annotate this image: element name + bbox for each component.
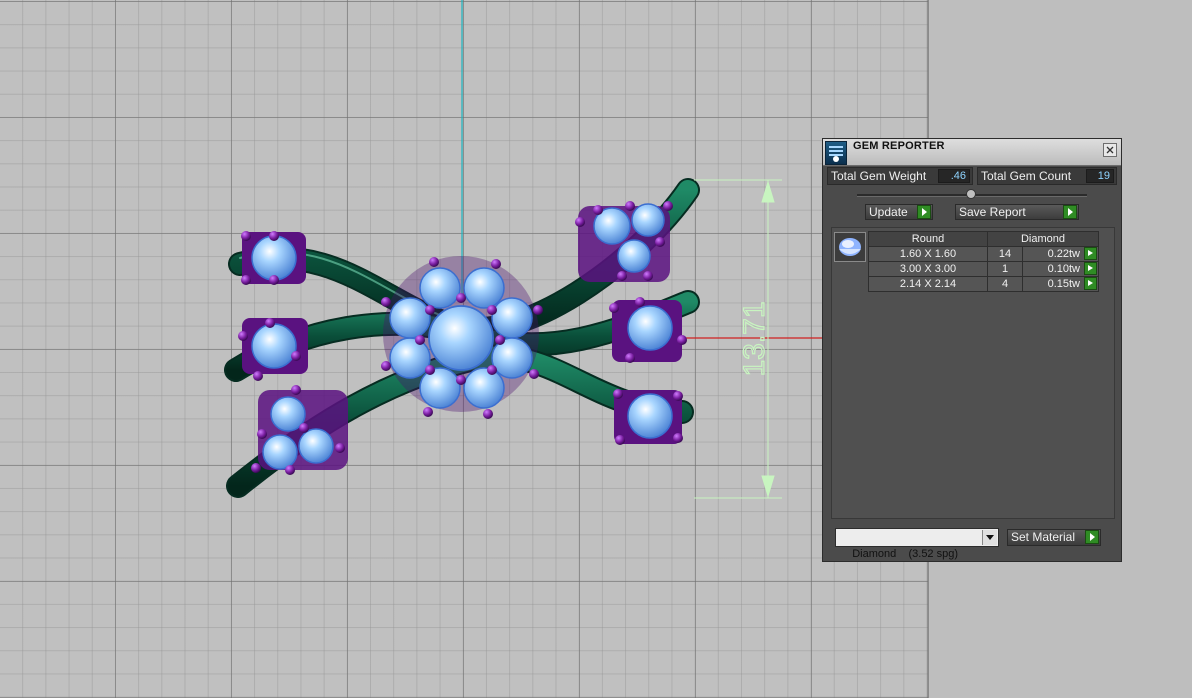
gem-setting-right-middle[interactable] [609,297,687,363]
gem-count-cell: 14 [987,246,1023,262]
play-arrow-icon[interactable] [1084,247,1097,260]
save-report-button[interactable]: Save Report [955,204,1079,220]
gem-table-header: Round Diamond [868,231,1099,247]
table-row[interactable]: 1.60 X 1.60 14 0.22tw [868,246,1099,262]
table-row[interactable]: 3.00 X 3.00 1 0.10tw [868,261,1099,277]
total-count-field: Total Gem Count 19 [977,167,1117,185]
total-count-value: 19 [1086,169,1114,183]
close-icon[interactable] [1103,143,1117,157]
play-arrow-icon[interactable] [1085,530,1099,544]
play-arrow-icon[interactable] [1084,262,1097,275]
gem-size-cell: 2.14 X 2.14 [868,276,988,292]
round-gem-icon [834,232,866,262]
gem-count-cell: 4 [987,276,1023,292]
dimension-label: 13.71 [738,301,771,376]
total-weight-value: .46 [938,169,970,183]
gem-weight-text: 0.22tw [1047,248,1080,260]
chevron-down-icon[interactable] [982,530,997,545]
gem-cluster-right-top[interactable] [575,201,673,282]
set-material-button-label: Set Material [1011,530,1076,544]
gem-weight-cell: 0.15tw [1022,276,1099,292]
gem-size-cell: 3.00 X 3.00 [868,261,988,277]
set-material-button[interactable]: Set Material [1007,529,1101,546]
gem-weight-cell: 0.10tw [1022,261,1099,277]
gem-reporter-panel: GEM REPORTER Total Gem Weight .46 Total … [822,138,1122,562]
center-gem-cluster[interactable] [381,256,543,419]
gem-weight-text: 0.15tw [1047,278,1080,290]
column-header-material: Diamond [987,231,1099,247]
gem-list-area[interactable]: Round Diamond 1.60 X 1.60 14 0.22tw 3.00… [831,227,1115,519]
total-weight-field: Total Gem Weight .46 [827,167,973,185]
gem-count-cell: 1 [987,261,1023,277]
total-count-label: Total Gem Count [981,169,1072,183]
material-select-value: Diamond (3.52 spg) [852,548,959,560]
gem-cluster-left-bottom[interactable] [251,385,348,475]
total-weight-label: Total Gem Weight [831,169,927,183]
gem-setting-left-middle[interactable] [238,318,308,381]
table-row[interactable]: 2.14 X 2.14 4 0.15tw [868,276,1099,292]
ring-model[interactable]: 13.71 [0,0,928,698]
panel-titlebar[interactable]: GEM REPORTER [823,139,1121,166]
gem-weight-cell: 0.22tw [1022,246,1099,262]
panel-title: GEM REPORTER [853,140,945,152]
play-arrow-icon[interactable] [917,205,931,219]
gem-size-cell: 1.60 X 1.60 [868,246,988,262]
save-report-button-label: Save Report [959,205,1026,219]
update-button[interactable]: Update [865,204,933,220]
play-arrow-icon[interactable] [1063,205,1077,219]
gem-setting-right-bottom[interactable] [613,389,683,445]
play-arrow-icon[interactable] [1084,277,1097,290]
gem-reporter-logo-icon [825,141,847,165]
gem-weight-text: 0.10tw [1047,263,1080,275]
slider-handle[interactable] [966,189,976,199]
gem-table: Round Diamond 1.60 X 1.60 14 0.22tw 3.00… [868,231,1099,292]
update-button-label: Update [869,205,908,219]
gem-setting-left-top[interactable] [241,231,306,285]
material-select[interactable]: Diamond (3.52 spg) [835,528,999,560]
column-header-shape: Round [868,231,988,247]
